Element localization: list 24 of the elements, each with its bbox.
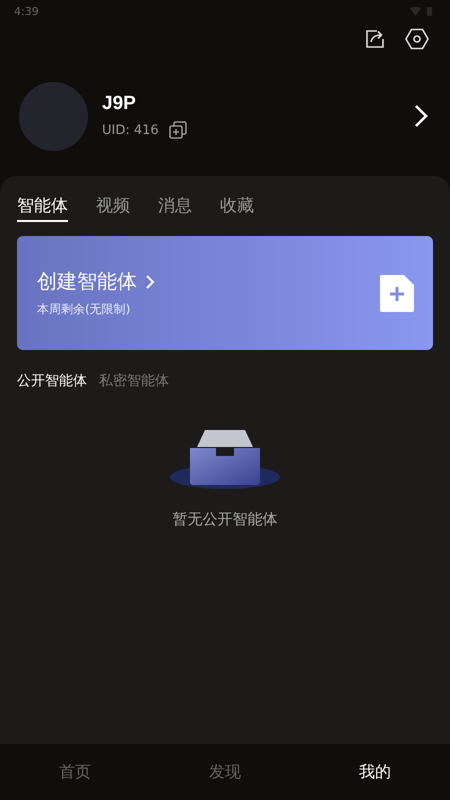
user-id: UID: 416 [102,122,159,138]
card-title: 创建智能体 [37,268,137,295]
tab[interactable]: 视频 [96,194,130,222]
card-subtitle: 本周剩余(无限制) [37,301,132,318]
battery-icon [427,6,432,16]
tab[interactable]: 智能体 [17,194,68,222]
share-icon[interactable] [364,28,386,50]
chevron-right-icon[interactable] [414,104,428,128]
tab[interactable]: 收藏 [220,194,254,222]
nav-item[interactable]: 我的 [315,762,435,782]
create-card[interactable]: 创建智能体 本周剩余(无限制) [17,236,433,350]
sub-tab[interactable]: 公开智能体 [17,372,87,390]
wifi-icon [410,6,421,16]
settings-icon[interactable] [405,28,429,50]
nav-item[interactable]: 首页 [15,762,135,782]
copy-icon[interactable] [168,121,187,139]
status-time: 4:39 [14,4,39,18]
tab[interactable]: 消息 [158,194,192,222]
empty-message: 暂无公开智能体 [172,510,278,529]
sub-tab[interactable]: 私密智能体 [99,372,169,390]
add-document-icon [380,274,414,312]
user-name: J9P [102,93,137,115]
nav-item[interactable]: 发现 [165,762,285,782]
chevron-right-icon [145,274,155,290]
